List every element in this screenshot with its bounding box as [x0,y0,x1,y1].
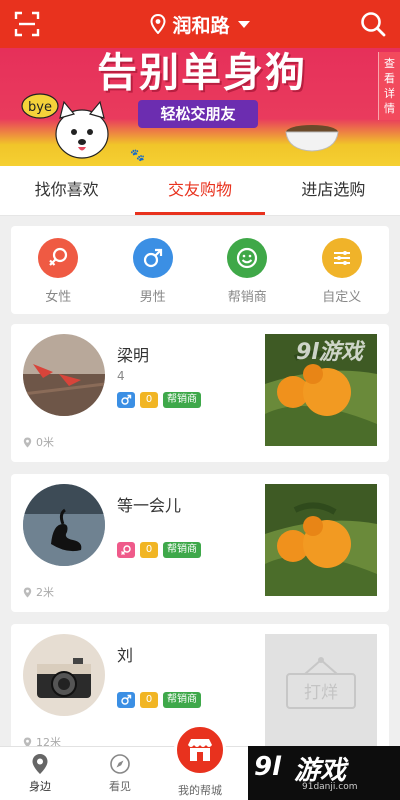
seller-tag: 帮销商 [163,392,201,408]
male-icon [117,692,135,708]
user-badges: 0 帮销商 [117,392,201,408]
filter-female-label: 女性 [45,290,72,305]
filter-male-label: 男性 [139,290,166,305]
smile-icon [227,238,268,278]
filter-male[interactable]: 男性 [106,238,201,314]
chevron-down-icon [237,20,250,28]
search-icon[interactable] [360,11,386,37]
tab-store-shopping[interactable]: 进店选购 [267,166,400,215]
my-city-label: 我的帮城 [178,784,222,797]
level-badge: 0 [140,542,158,558]
top-bar: 润和路 [0,0,400,48]
user-name: 等一会儿 [117,496,182,515]
nav-nearby[interactable]: 身边 [0,747,80,800]
male-icon [132,238,173,278]
product-image[interactable] [265,484,377,596]
distance-value: 0米 [36,436,54,449]
user-badges: 0 帮销商 [117,692,201,708]
dog-bye-text: bye [28,100,52,115]
level-badge: 0 [140,692,158,708]
watermark-logo: 9l 游戏 91danji.com [248,746,400,800]
avatar[interactable] [23,484,105,566]
filter-female[interactable]: 女性 [11,238,106,314]
user-name: 梁明 [117,346,150,365]
nav-nearby-label: 身边 [29,780,51,793]
female-icon [38,238,79,278]
my-city-button[interactable] [174,724,226,776]
sliders-icon [321,238,362,278]
location-pin-icon [150,14,166,34]
location-pin-icon [23,437,32,447]
filter-seller[interactable]: 帮销商 [200,238,295,314]
view-details-link[interactable]: 查看详情 [378,52,400,120]
category-tabs: 找你喜欢 交友购物 进店选购 [0,166,400,216]
watermark-logo-mark: 9l [254,752,282,782]
filter-custom[interactable]: 自定义 [295,238,390,314]
compass-icon [110,754,130,774]
product-image[interactable]: 打烊 [265,634,377,746]
closed-sign-text: 打烊 [304,683,338,703]
bowl-illustration [285,125,339,152]
watermark-url: 91danji.com [302,782,358,792]
nav-discover[interactable]: 看见 [80,747,160,800]
location-pin-icon [32,754,48,774]
shop-icon [188,739,212,761]
distance: 0米 [23,434,54,450]
nav-discover-label: 看见 [109,780,131,793]
user-card[interactable]: 等一会儿 0 帮销商 2米 [11,474,389,612]
dog-illustration: bye [21,93,109,159]
seller-tag: 帮销商 [163,692,201,708]
tab-find-likes[interactable]: 找你喜欢 [0,166,133,215]
user-age: 4 [117,369,125,383]
level-badge: 0 [140,392,158,408]
filter-custom-label: 自定义 [322,290,362,305]
banner-subtitle: 轻松交朋友 [138,100,258,128]
filter-seller-label: 帮销商 [227,290,267,305]
location-name: 润和路 [172,14,230,37]
location-pin-icon [23,587,32,597]
user-name: 刘 [117,646,134,665]
female-icon [117,542,135,558]
tab-friends-shopping[interactable]: 交友购物 [133,166,266,215]
location-selector[interactable]: 润和路 [150,11,250,38]
watermark-overlay: 9l游戏 [296,340,363,365]
user-badges: 0 帮销商 [117,542,201,558]
male-icon [117,392,135,408]
distance-value: 2米 [36,586,54,599]
filter-card: 女性 男性 帮销商 自定义 [11,226,389,314]
paw-decoration-icon: 🐾 [130,148,145,162]
promo-banner[interactable]: 告别单身狗 轻松交朋友 bye 🐾 查看详情 [0,48,400,166]
distance: 2米 [23,584,54,600]
avatar[interactable] [23,634,105,716]
avatar[interactable] [23,334,105,416]
scan-icon[interactable] [14,11,40,37]
seller-tag: 帮销商 [163,542,201,558]
